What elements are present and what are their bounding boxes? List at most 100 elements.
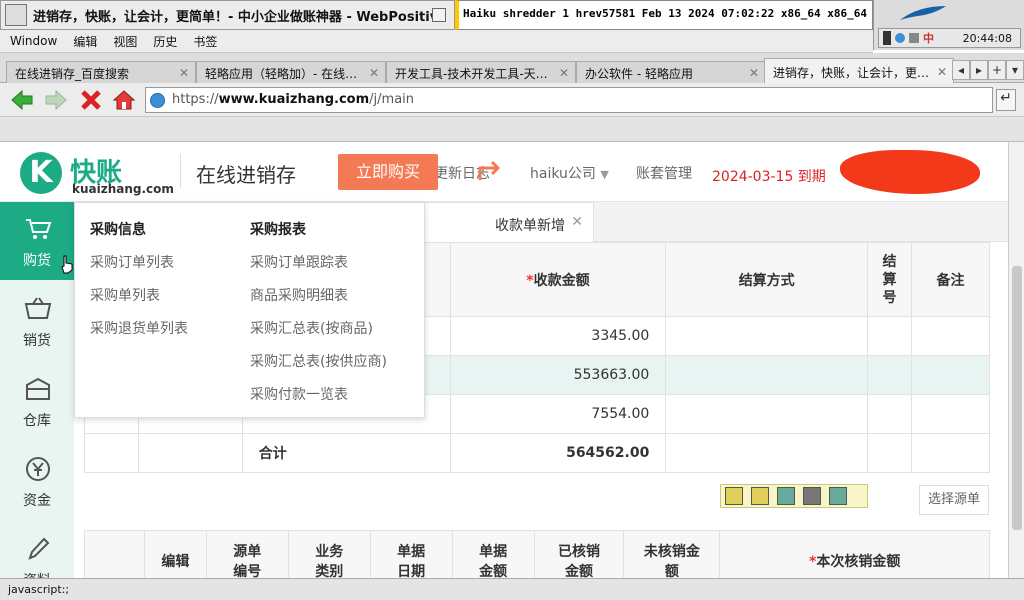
company-selector[interactable]: haiku公司 ▼: [530, 163, 609, 183]
toolbar-icon[interactable]: [777, 487, 795, 505]
close-icon[interactable]: ✕: [749, 66, 759, 80]
col-header-method: 结算方式: [665, 242, 869, 317]
header-text: 收款金额: [533, 272, 590, 289]
toolbar-icons: [720, 484, 868, 508]
col-header-edit: 编辑: [143, 530, 207, 578]
go-icon[interactable]: ↵: [996, 89, 1016, 111]
menu-item-purchase-order-list[interactable]: 采购订单列表: [90, 252, 188, 285]
menu-history[interactable]: 历史: [153, 33, 177, 50]
menu-item-purchase-return-list[interactable]: 采购退货单列表: [90, 318, 188, 351]
browser-tab[interactable]: 在线进销存_百度搜索 ✕: [6, 61, 196, 83]
method-cell[interactable]: [665, 394, 869, 434]
monitor-icon[interactable]: [883, 31, 891, 45]
toolbar-icon[interactable]: [751, 487, 769, 505]
tab-scroll-left-icon[interactable]: ◂: [952, 60, 970, 80]
cart-icon: [26, 219, 52, 239]
home-icon[interactable]: [112, 88, 136, 112]
required-mark: *: [526, 272, 534, 289]
network-icon[interactable]: [895, 33, 905, 43]
col-header-current-writeoff: *本次核销金额: [719, 530, 990, 578]
app-name: 在线进销存: [196, 163, 296, 187]
account-management-link[interactable]: 账套管理: [636, 163, 692, 183]
purchase-report-column: 采购报表 采购订单跟踪表 商品采购明细表 采购汇总表(按商品) 采购汇总表(按供…: [250, 219, 387, 417]
close-icon[interactable]: ✕: [937, 65, 947, 79]
browser-tab[interactable]: 办公软件 - 轻略应用 ✕: [576, 61, 766, 83]
menu-item-summary-by-supplier[interactable]: 采购汇总表(按供应商): [250, 351, 387, 384]
menu-item-order-tracking[interactable]: 采购订单跟踪表: [250, 252, 387, 285]
app-icon: [5, 4, 27, 26]
col-header-blank: [84, 530, 145, 578]
system-tray: 中 20:44:08: [878, 28, 1021, 48]
close-icon[interactable]: ✕: [571, 214, 583, 230]
tab-label: 在线进销存_百度搜索: [15, 67, 130, 81]
chevron-down-icon: ▼: [600, 168, 609, 181]
amount-cell[interactable]: 7554.00: [449, 394, 667, 434]
window-title-bar[interactable]: 进销存，快账，让会计，更简单！- 中小企业做账神器 - WebPositive: [0, 0, 455, 30]
page-header: K 快账 kuaizhang.com 在线进销存 更新日志 立即购买 haiku…: [0, 142, 1008, 202]
logo-domain: kuaizhang.com: [72, 182, 174, 196]
redacted-user-area: [840, 150, 980, 194]
logo[interactable]: K 快账 kuaizhang.com: [20, 152, 174, 196]
col-header-settle-no: 结算号: [867, 242, 913, 317]
tab-controls: ◂ ▸ + ▾: [952, 60, 1024, 80]
url-field[interactable]: https://www.kuaizhang.com/j/main: [145, 87, 993, 113]
volume-icon[interactable]: [909, 33, 919, 43]
zoom-icon[interactable]: [432, 8, 446, 22]
terminal-window-title[interactable]: Haiku shredder 1 hrev57581 Feb 13 2024 0…: [455, 0, 873, 30]
select-source-button[interactable]: 选择源单: [919, 485, 989, 515]
deskbar: 中 20:44:08: [873, 0, 1024, 50]
col-header-doc-amount: 单据金额: [451, 530, 535, 578]
menu-section-title: 采购信息: [90, 222, 146, 238]
header-text: 本次核销金额: [816, 554, 901, 570]
browser-tab-active[interactable]: 进销存，快账，让会计，更… ✕: [764, 58, 954, 84]
tab-label: 轻略应用（轻略加）- 在线…: [205, 67, 358, 81]
browser-tab-bar: 在线进销存_百度搜索 ✕ 轻略应用（轻略加）- 在线… ✕ 开发工具-技术开发工具-…: [0, 53, 1024, 84]
status-bar: javascript:;: [0, 578, 1024, 600]
sidebar-item-data[interactable]: 资料: [0, 522, 74, 578]
total-label: 合计: [241, 433, 451, 473]
scrollbar[interactable]: [1008, 142, 1024, 578]
menu-window[interactable]: Window: [10, 34, 57, 48]
menu-bookmarks[interactable]: 书签: [193, 33, 217, 50]
back-icon[interactable]: [10, 89, 34, 111]
menu-item-payment-overview[interactable]: 采购付款一览表: [250, 384, 387, 417]
tab-label: 进销存，快账，让会计，更…: [773, 66, 930, 80]
close-icon[interactable]: ✕: [179, 66, 189, 80]
menu-edit[interactable]: 编辑: [73, 33, 97, 50]
sidebar-item-funds[interactable]: 资金: [0, 442, 74, 520]
total-amount: 564562.00: [449, 433, 667, 473]
stop-icon[interactable]: [80, 89, 102, 111]
ime-indicator[interactable]: 中: [923, 30, 934, 46]
tab-menu-icon[interactable]: ▾: [1006, 60, 1024, 80]
scrollbar-thumb[interactable]: [1012, 266, 1022, 530]
col-header-source-no: 源单编号: [205, 530, 289, 578]
tab-label: 办公软件 - 轻略应用: [585, 67, 693, 81]
close-icon[interactable]: ✕: [559, 66, 569, 80]
method-cell[interactable]: [665, 355, 869, 395]
toolbar-icon[interactable]: [829, 487, 847, 505]
leaf-logo-icon[interactable]: [898, 4, 948, 22]
menu-item-summary-by-product[interactable]: 采购汇总表(按商品): [250, 318, 387, 351]
menu-item-purchase-list[interactable]: 采购单列表: [90, 285, 188, 318]
browser-tab[interactable]: 开发工具-技术开发工具-天… ✕: [386, 61, 576, 83]
col-header-outstanding: 未核销金额: [623, 530, 721, 578]
browser-tab[interactable]: 轻略应用（轻略加）- 在线… ✕: [196, 61, 386, 83]
close-icon[interactable]: ✕: [369, 66, 379, 80]
menu-item-purchase-detail[interactable]: 商品采购明细表: [250, 285, 387, 318]
menu-view[interactable]: 视图: [113, 33, 137, 50]
new-tab-icon[interactable]: +: [988, 60, 1006, 80]
tab-scroll-right-icon[interactable]: ▸: [970, 60, 988, 80]
amount-cell[interactable]: 3345.00: [449, 316, 667, 356]
yen-icon: [26, 457, 50, 481]
buy-now-button[interactable]: 立即购买: [338, 154, 438, 190]
forward-icon[interactable]: [44, 89, 68, 111]
toolbar-icon[interactable]: [725, 487, 743, 505]
sidebar-item-sales[interactable]: 销货: [0, 282, 74, 360]
tab-receipt-new[interactable]: 收款单新增 ✕: [418, 202, 594, 243]
method-cell[interactable]: [665, 316, 869, 356]
bookmark-bar: [0, 117, 1024, 142]
toolbar-icon[interactable]: [803, 487, 821, 505]
clock[interactable]: 20:44:08: [963, 32, 1012, 45]
amount-cell[interactable]: 553663.00: [449, 355, 667, 395]
sidebar-item-warehouse[interactable]: 仓库: [0, 362, 74, 440]
